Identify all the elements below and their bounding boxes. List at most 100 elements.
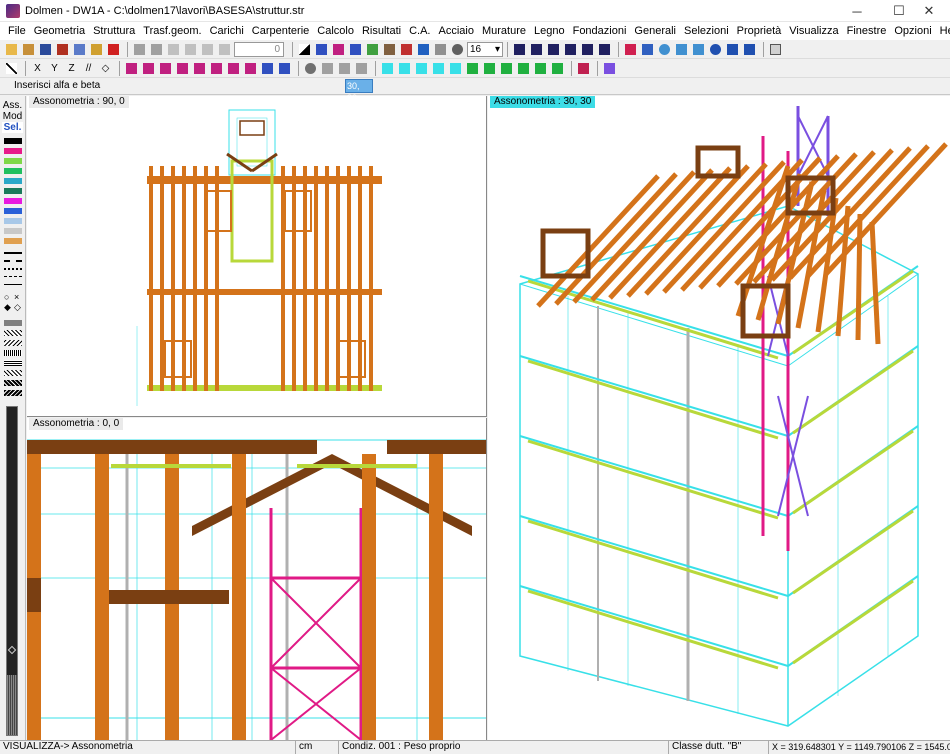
copy-icon[interactable] [209,61,224,76]
ass-button[interactable]: Ass. [0,100,25,111]
color-swatch-green[interactable] [4,168,22,174]
column-icon[interactable] [158,61,173,76]
parallel-icon[interactable]: // [81,61,96,76]
cube-icon[interactable] [72,42,87,57]
circle-icon[interactable] [450,42,465,57]
line-style-dashed[interactable] [4,260,22,262]
menu-trasf-geom[interactable]: Trasf.geom. [139,22,205,40]
zoom-fit-icon[interactable] [623,42,638,57]
window-split-h-icon[interactable] [546,42,561,57]
zoom-slider[interactable] [6,406,18,736]
slider-thumb[interactable] [7,645,17,655]
viewport-bottom-left[interactable]: Assonometria : 0, 0 [27,418,487,740]
window-split-icon[interactable] [529,42,544,57]
solid-view3-icon[interactable] [414,61,429,76]
green-cube-icon[interactable] [465,61,480,76]
window-grid-icon[interactable] [580,42,595,57]
open-folder-icon[interactable] [4,42,19,57]
menu-acciaio[interactable]: Acciaio [435,22,478,40]
hatch-grey[interactable] [4,320,22,326]
color-swatch-darkgreen[interactable] [4,188,22,194]
line-style-dashdot[interactable] [4,276,22,277]
axis-z-icon[interactable]: Z [64,61,79,76]
undo-icon[interactable] [132,42,147,57]
redo-icon[interactable] [149,42,164,57]
mod-button[interactable]: Mod [0,111,25,122]
menu-generali[interactable]: Generali [630,22,680,40]
node-icon[interactable] [124,61,139,76]
redraw-icon[interactable] [742,42,757,57]
green-cube6-icon[interactable] [550,61,565,76]
zoom-icon[interactable] [657,42,672,57]
font-color-icon[interactable] [399,42,414,57]
folder-icon[interactable] [21,42,36,57]
prompt-input[interactable]: 30, 30 [345,79,373,103]
stop-icon[interactable] [106,42,121,57]
hatch-dense2[interactable] [4,390,22,396]
sel-button[interactable]: Sel. [2,122,23,133]
flag-icon[interactable] [448,61,463,76]
hatch-horizontal[interactable] [4,360,22,366]
axis-y-icon[interactable]: Y [47,61,62,76]
array-icon[interactable] [277,61,292,76]
eraser-icon[interactable] [768,42,783,57]
line-style-dotted[interactable] [4,268,22,270]
tools-icon[interactable] [55,42,70,57]
menu-ca[interactable]: C.A. [405,22,434,40]
rotate-icon[interactable] [708,42,723,57]
menu-carichi[interactable]: Carichi [206,22,248,40]
marker-square-icon[interactable]: ◇ [14,302,21,313]
color-swatch-blue[interactable] [4,208,22,214]
viewport-right[interactable]: Assonometria : 30, 30 [488,96,950,740]
menu-calcolo[interactable]: Calcolo [313,22,358,40]
minimize-button[interactable]: ─ [836,0,878,22]
menu-risultati[interactable]: Risultati [358,22,405,40]
settings-icon[interactable] [303,61,318,76]
viewport-top-left[interactable]: Assonometria : 90, 0 [27,96,487,417]
line-icon[interactable] [416,42,431,57]
underline-icon[interactable] [183,42,198,57]
palette-icon[interactable] [365,42,380,57]
stretch-icon[interactable] [260,61,275,76]
color-swatch-fuchsia[interactable] [4,198,22,204]
marker-x-icon[interactable]: × [14,292,19,302]
window-tile-icon[interactable] [512,42,527,57]
move-icon[interactable] [192,61,207,76]
hatch-vertical[interactable] [4,350,22,356]
hatch-cross[interactable] [4,370,22,376]
green-cube3-icon[interactable] [499,61,514,76]
text-value-field[interactable]: 0 [234,41,284,57]
color-swatch-lightgreen[interactable] [4,158,22,164]
pan-icon[interactable] [691,42,706,57]
triangle-icon[interactable] [297,42,312,57]
marker-diamond-icon[interactable]: ◆ [4,302,11,313]
menu-selezioni[interactable]: Selezioni [680,22,733,40]
green-cube4-icon[interactable] [516,61,531,76]
menu-file[interactable]: File [4,22,30,40]
menu-legno[interactable]: Legno [530,22,569,40]
zoom-window-icon[interactable] [640,42,655,57]
axis-x-icon[interactable]: X [30,61,45,76]
window-split-v-icon[interactable] [563,42,578,57]
color-swatch-orange[interactable] [4,238,22,244]
view-icon[interactable] [725,42,740,57]
hierarchy-icon[interactable] [348,42,363,57]
hatch-icon[interactable] [433,42,448,57]
green-cube2-icon[interactable] [482,61,497,76]
zoom-out-icon[interactable] [674,42,689,57]
menu-finestre[interactable]: Finestre [843,22,891,40]
menu-murature[interactable]: Murature [478,22,530,40]
paste-icon[interactable] [89,42,104,57]
solid-view-icon[interactable] [380,61,395,76]
menu-geometria[interactable]: Geometria [30,22,89,40]
window-quad-icon[interactable] [597,42,612,57]
line-draw-icon[interactable] [4,61,19,76]
magnet-icon[interactable] [320,61,335,76]
menu-help[interactable]: Help [936,22,950,40]
hatch-diagonal2[interactable] [4,340,22,346]
book-icon[interactable] [576,61,591,76]
text-format-icon[interactable] [166,42,181,57]
marker-circle-icon[interactable]: ○ [4,292,9,302]
menu-fondazioni[interactable]: Fondazioni [569,22,631,40]
diamond-icon[interactable]: ◇ [98,61,113,76]
